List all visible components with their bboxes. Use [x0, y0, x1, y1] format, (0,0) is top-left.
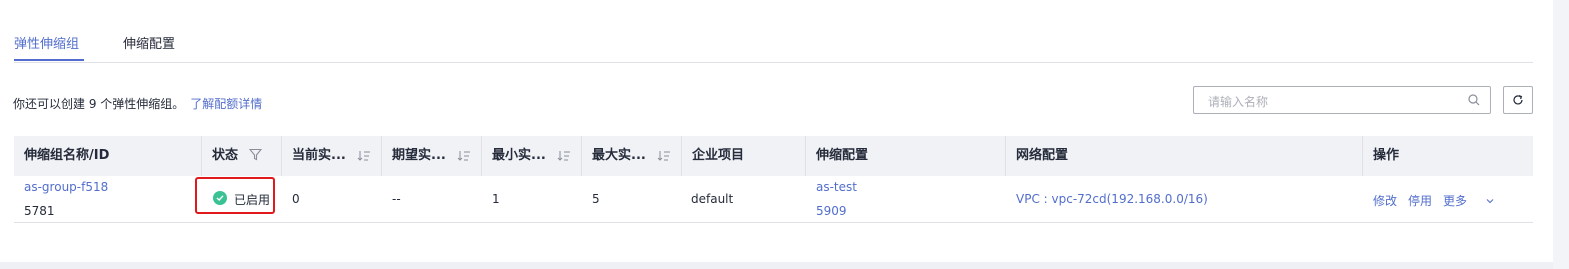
network-config-link[interactable]: VPC : vpc-72cd(192.168.0.0/16) [1016, 192, 1208, 206]
sort-icon[interactable] [357, 150, 371, 162]
page-right-background [1553, 0, 1569, 269]
tab-bar: 弹性伸缩组 伸缩配置 [14, 26, 1533, 63]
config-name-link[interactable]: as-test [816, 180, 857, 194]
col-max[interactable]: 最大实... [582, 136, 682, 176]
min-instances: 1 [492, 192, 500, 206]
desired-instances: -- [392, 192, 401, 206]
row-actions: 修改 停用 更多 [1373, 192, 1495, 209]
page-bottom-background [0, 262, 1569, 269]
col-network: 网络配置 [1006, 136, 1363, 176]
refresh-button[interactable] [1503, 86, 1533, 114]
status-badge: 已启用 [195, 177, 275, 214]
col-project: 企业项目 [682, 136, 806, 176]
refresh-icon [1513, 95, 1523, 105]
modify-button[interactable]: 修改 [1373, 194, 1397, 208]
max-instances: 5 [592, 192, 600, 206]
col-config: 伸缩配置 [806, 136, 1006, 176]
config-id-link[interactable]: 5909 [816, 204, 847, 218]
table-header: 伸缩组名称/ID 状态 当前实... 期望实... 最小实... 最大实... … [14, 136, 1533, 176]
sort-icon[interactable] [657, 150, 671, 162]
disable-button[interactable]: 停用 [1408, 194, 1432, 208]
search-placeholder: 请输入名称 [1208, 95, 1269, 109]
tab-as-configs[interactable]: 伸缩配置 [123, 33, 175, 52]
col-desired[interactable]: 期望实... [382, 136, 482, 176]
search-input[interactable]: 请输入名称 [1193, 86, 1491, 114]
group-id: 5781 [24, 204, 55, 218]
quota-info: 你还可以创建 9 个弹性伸缩组。 了解配额详情 [13, 95, 262, 112]
col-min[interactable]: 最小实... [482, 136, 582, 176]
col-ops: 操作 [1373, 148, 1400, 163]
enterprise-project: default [691, 192, 734, 206]
search-icon[interactable] [1468, 94, 1480, 106]
chevron-down-icon [1486, 199, 1494, 204]
active-tab-indicator [14, 59, 84, 61]
quota-details-link[interactable]: 了解配额详情 [190, 97, 262, 111]
col-name: 伸缩组名称/ID [14, 136, 202, 176]
col-status: 状态 [202, 136, 282, 176]
status-text: 已启用 [234, 193, 271, 207]
current-instances: 0 [292, 192, 300, 206]
quota-text: 你还可以创建 9 个弹性伸缩组。 [13, 97, 185, 111]
col-current[interactable]: 当前实... [282, 136, 382, 176]
tab-as-groups[interactable]: 弹性伸缩组 [14, 33, 79, 52]
more-menu-button[interactable]: 更多 [1443, 194, 1495, 208]
group-name-link[interactable]: as-group-f518 [24, 180, 108, 194]
check-circle-icon [213, 191, 227, 205]
filter-icon[interactable] [248, 148, 262, 161]
sort-icon[interactable] [557, 150, 571, 162]
sort-icon[interactable] [457, 150, 471, 162]
